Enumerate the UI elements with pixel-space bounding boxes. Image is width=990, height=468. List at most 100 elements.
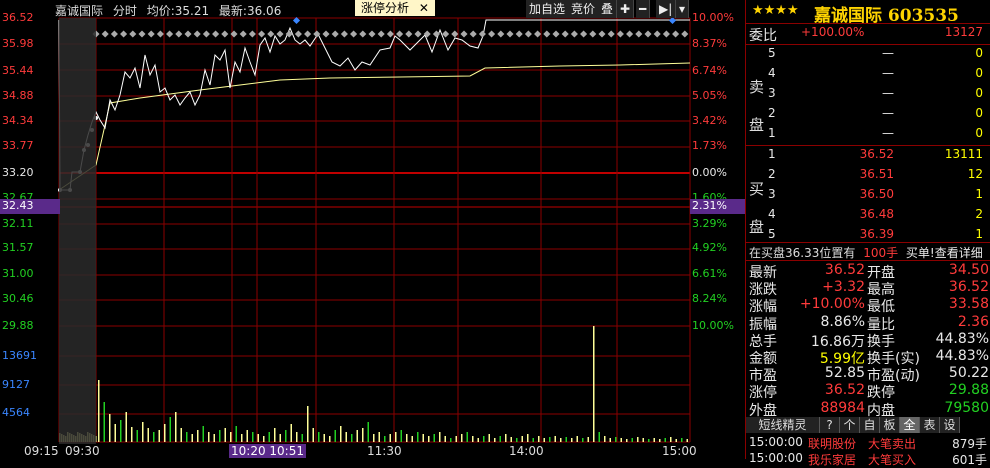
tab-0[interactable]: 短线精灵	[746, 417, 820, 433]
ticker-row[interactable]: 15:00:00 我乐家居 大笔买入 601手	[746, 451, 990, 467]
quote-panel: ★★★★ 嘉诚国际 603535 委比 +100.00% 13127 卖盘 5—…	[745, 0, 990, 467]
limit-up-marker	[552, 30, 560, 38]
sell-price: —	[882, 66, 894, 80]
stat-value: 33.58	[948, 296, 989, 313]
limit-up-marker	[258, 30, 266, 38]
order-ratio-pct: +100.00%	[801, 25, 865, 39]
volume-bar	[373, 434, 375, 442]
stat-row: 金额 5.99亿 换手(实) 44.83%	[749, 348, 989, 367]
volume-bar	[351, 434, 353, 442]
buy-order-row[interactable]: 2 36.51 12	[746, 167, 990, 187]
tab-5[interactable]: 全	[900, 417, 920, 433]
ticker-row[interactable]: 15:00:00 联明股份 大笔卖出 879手	[746, 435, 990, 451]
sell-order-row[interactable]: 1 — 0	[746, 126, 990, 146]
limit-up-marker	[451, 30, 459, 38]
buy-price: 36.52	[859, 147, 894, 161]
buy-order-row[interactable]: 3 36.50 1	[746, 187, 990, 207]
price-axis-label: 34.88	[2, 89, 34, 102]
limit-up-marker	[212, 30, 220, 38]
pct-axis-label: 6.74%	[692, 64, 727, 77]
tab-1[interactable]: ?	[820, 417, 840, 433]
volume-bar	[323, 434, 325, 442]
tab-2[interactable]: 个	[840, 417, 860, 433]
price-axis-label: 29.88	[2, 319, 34, 332]
volume-bar	[554, 436, 556, 442]
sell-order-row[interactable]: 4 — 0	[746, 66, 990, 86]
zoom-out-icon[interactable]: ━	[636, 0, 651, 18]
limit-up-marker	[156, 30, 164, 38]
zoom-in-icon[interactable]: ✚	[617, 0, 635, 18]
tab-3[interactable]: 自	[860, 417, 880, 433]
buy-level: 2	[768, 167, 776, 181]
volume-bar	[516, 438, 518, 442]
overlay-button[interactable]: 叠	[598, 0, 618, 18]
sell-order-row[interactable]: 2 — 0	[746, 106, 990, 126]
limit-up-marker	[166, 30, 174, 38]
stat-value: 44.83%	[935, 348, 989, 364]
price-axis-label: 31.57	[2, 241, 34, 254]
sell-level: 2	[768, 106, 776, 120]
volume-bar	[653, 438, 655, 442]
large-order-notice[interactable]: 在买盘36.33位置有 100手 买单!查看详细	[749, 244, 983, 261]
volume-bar	[147, 428, 149, 442]
volume-bar	[384, 436, 386, 442]
limit-up-marker	[478, 30, 486, 38]
limit-up-marker	[432, 30, 440, 38]
time-axis-label: 15:00	[662, 444, 697, 458]
volume-bar	[609, 438, 611, 442]
limit-up-analysis-tab[interactable]: 涨停分析 ✕	[355, 0, 435, 16]
limit-up-marker	[368, 30, 376, 38]
ticker-action: 大笔卖出	[868, 437, 917, 451]
buy-level: 4	[768, 207, 776, 221]
volume-bar	[472, 436, 474, 442]
notice-link[interactable]: 买单!查看详细	[906, 246, 983, 260]
tab-7[interactable]: 设	[940, 417, 960, 433]
sell-order-row[interactable]: 5 — 0	[746, 46, 990, 66]
ticker-volume: 879手	[952, 437, 987, 451]
auction-button[interactable]: 竞价	[568, 0, 600, 18]
price-axis-label: 34.34	[2, 114, 34, 127]
buy-order-row[interactable]: 4 36.48 2	[746, 207, 990, 227]
buy-order-row[interactable]: 1 36.52 13111	[746, 147, 990, 167]
sell-level: 5	[768, 46, 776, 60]
volume-bar	[615, 437, 617, 442]
volume-axis-label: 13691	[2, 349, 37, 362]
intraday-chart[interactable]: 嘉诚国际 分时 均价:35.21 最新:36.06 涨停分析 ✕ 加自选 竞价 …	[0, 0, 746, 459]
volume-bar	[406, 434, 408, 442]
stat-row: 总手 16.86万 换手 44.83%	[749, 331, 989, 350]
volume-bar	[318, 432, 320, 442]
cursor-pct-marker: 2.31%	[690, 199, 746, 214]
limit-up-marker	[331, 30, 339, 38]
close-icon[interactable]: ✕	[419, 1, 429, 15]
volume-bar	[329, 436, 331, 442]
divider	[746, 145, 990, 146]
sell-volume: 0	[975, 106, 983, 120]
price-axis-label: 36.52	[2, 11, 34, 24]
limit-up-marker	[304, 30, 312, 38]
ticker-time: 15:00:00	[749, 435, 803, 449]
volume-bar	[263, 436, 265, 442]
chevron-down-icon[interactable]: ▾	[676, 0, 690, 18]
sell-level: 1	[768, 126, 776, 140]
volume-bar	[98, 380, 100, 442]
volume-bar	[466, 432, 468, 442]
volume-bar	[499, 436, 501, 442]
sell-order-row[interactable]: 3 — 0	[746, 86, 990, 106]
stat-value: 79580	[944, 399, 989, 416]
cursor-price-marker: 32.43	[0, 199, 60, 214]
volume-bar	[400, 430, 402, 442]
tab-6[interactable]: 表	[920, 417, 940, 433]
volume-bar	[505, 434, 507, 442]
volume-bar	[549, 437, 551, 442]
limit-up-marker	[110, 30, 118, 38]
volume-bar	[659, 439, 661, 442]
volume-bar	[191, 434, 193, 442]
jump-end-icon[interactable]: ▶|	[656, 0, 677, 18]
chart-canvas[interactable]	[0, 0, 745, 459]
add-watchlist-button[interactable]: 加自选	[526, 0, 570, 18]
limit-up-marker	[672, 30, 680, 38]
price-axis-label: 33.20	[2, 166, 34, 179]
mode-label: 分时	[112, 4, 137, 18]
tab-4[interactable]: 板	[880, 417, 900, 433]
ticker-action: 大笔买入	[868, 453, 917, 467]
